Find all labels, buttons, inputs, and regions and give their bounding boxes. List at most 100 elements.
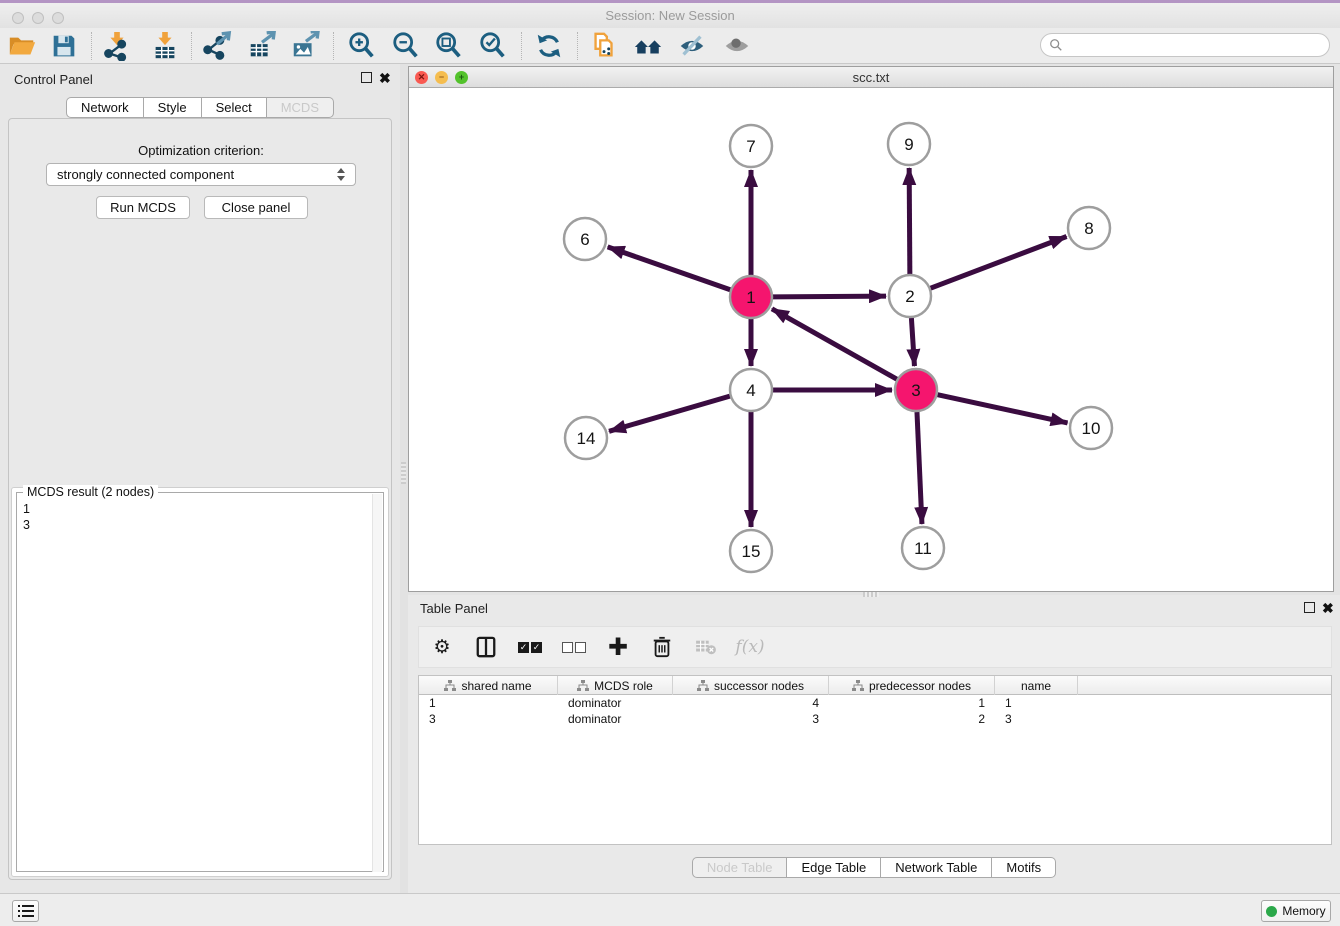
close-window-button[interactable] (12, 12, 24, 24)
tab-mcds[interactable]: MCDS (267, 97, 334, 118)
float-panel-icon[interactable] (361, 72, 372, 83)
tab-style[interactable]: Style (144, 97, 202, 118)
graph-node-8[interactable]: 8 (1068, 207, 1110, 249)
home-icon[interactable] (631, 29, 665, 63)
svg-text:2: 2 (905, 287, 914, 306)
tab-select[interactable]: Select (202, 97, 267, 118)
graph-node-7[interactable]: 7 (730, 125, 772, 167)
graph-edge-1-6[interactable] (608, 247, 731, 290)
mcds-result-panel: MCDS result (2 nodes) 13 (11, 487, 389, 877)
hide-selected-icon[interactable] (675, 29, 709, 63)
zoom-out-icon[interactable] (389, 29, 423, 63)
close-panel-button[interactable]: Close panel (204, 196, 308, 219)
refresh-icon[interactable] (532, 29, 566, 63)
graph-node-10[interactable]: 10 (1070, 407, 1112, 449)
optimization-criterion-label: Optimization criterion: (9, 143, 393, 158)
column-header-successor-nodes[interactable]: successor nodes (673, 676, 829, 695)
mcds-result-list[interactable]: 13 (23, 501, 30, 533)
main-toolbar (0, 28, 1340, 64)
mcds-tab-content: Optimization criterion: strongly connect… (8, 118, 392, 880)
graph-edge-3-11[interactable] (917, 412, 922, 524)
graph-edge-2-8[interactable] (931, 237, 1067, 289)
network-close-button[interactable]: ✕ (415, 71, 428, 84)
control-panel-tabs: Network Style Select MCDS (0, 97, 400, 118)
maximize-window-button[interactable] (52, 12, 64, 24)
network-maximize-button[interactable]: + (455, 71, 468, 84)
graph-edge-3-1[interactable] (772, 309, 897, 379)
graph-edge-4-14[interactable] (609, 396, 730, 431)
graph-node-2[interactable]: 2 (889, 275, 931, 317)
tab-network[interactable]: Network (66, 97, 144, 118)
table-panel: Table Panel ✖ ⚙ ✓✓ ✚ f(x) shared name MC… (408, 595, 1340, 893)
tab-node-table[interactable]: Node Table (692, 857, 788, 878)
svg-text:3: 3 (911, 381, 920, 400)
table-settings-gear-icon[interactable]: ⚙ (427, 632, 457, 662)
graph-edge-2-3[interactable] (911, 318, 914, 366)
memory-label: Memory (1282, 904, 1325, 918)
close-panel-icon[interactable]: ✖ (379, 72, 391, 84)
table-cell: dominator (558, 711, 673, 727)
graph-node-15[interactable]: 15 (730, 530, 772, 572)
import-table-icon[interactable] (148, 29, 182, 63)
graph-node-1[interactable]: 1 (730, 276, 772, 318)
control-panel-header: Control Panel ✖ (0, 64, 400, 94)
result-scrollbar[interactable] (372, 494, 382, 872)
tab-network-table[interactable]: Network Table (881, 857, 992, 878)
table-body: 1dominator4113dominator323 (419, 695, 1331, 727)
table-header-row: shared name MCDS role successor nodes pr… (419, 676, 1331, 695)
export-image-icon[interactable] (288, 29, 322, 63)
mcds-result-title: MCDS result (2 nodes) (23, 485, 158, 499)
minimize-window-button[interactable] (32, 12, 44, 24)
column-header-name[interactable]: name (995, 676, 1078, 695)
network-window-titlebar[interactable]: ✕ − + scc.txt (409, 67, 1333, 88)
graph-edge-1-2[interactable] (773, 296, 886, 297)
horizontal-splitter-grip[interactable] (863, 592, 879, 597)
tab-motifs[interactable]: Motifs (992, 857, 1056, 878)
graph-node-4[interactable]: 4 (730, 369, 772, 411)
import-network-icon[interactable] (100, 29, 134, 63)
task-history-button[interactable] (12, 900, 39, 922)
table-row[interactable]: 1dominator411 (419, 695, 1331, 711)
search-input[interactable] (1063, 38, 1329, 52)
column-view-icon[interactable] (471, 632, 501, 662)
toolbar-divider (521, 32, 522, 60)
duplicate-network-icon[interactable] (587, 29, 621, 63)
graph-edge-2-9[interactable] (909, 168, 910, 274)
open-session-icon[interactable] (5, 29, 39, 63)
delete-column-icon[interactable] (647, 632, 677, 662)
show-all-icon[interactable] (720, 29, 754, 63)
graph-node-14[interactable]: 14 (565, 417, 607, 459)
table-row[interactable]: 3dominator323 (419, 711, 1331, 727)
graph-node-6[interactable]: 6 (564, 218, 606, 260)
graph-edge-3-10[interactable] (937, 395, 1067, 423)
column-header-mcds-role[interactable]: MCDS role (558, 676, 673, 695)
svg-text:7: 7 (746, 137, 755, 156)
float-table-panel-icon[interactable] (1304, 602, 1315, 613)
export-network-icon[interactable] (201, 29, 235, 63)
graph-node-9[interactable]: 9 (888, 123, 930, 165)
table-cell: 1 (829, 695, 995, 711)
graph-node-3[interactable]: 3 (895, 369, 937, 411)
tab-edge-table[interactable]: Edge Table (787, 857, 881, 878)
close-table-panel-icon[interactable]: ✖ (1322, 602, 1334, 614)
column-header-shared-name[interactable]: shared name (419, 676, 558, 695)
zoom-in-icon[interactable] (345, 29, 379, 63)
zoom-fit-icon[interactable] (432, 29, 466, 63)
network-canvas[interactable]: 1 2 3 4 6 7 8 9 10 11 14 15 (409, 88, 1333, 591)
criterion-dropdown[interactable]: strongly connected component (46, 163, 356, 186)
search-field[interactable] (1040, 33, 1330, 57)
zoom-selected-icon[interactable] (476, 29, 510, 63)
control-panel-title: Control Panel (14, 72, 93, 87)
add-column-icon[interactable]: ✚ (603, 632, 633, 662)
splitter-grip[interactable] (401, 462, 406, 484)
export-table-icon[interactable] (245, 29, 279, 63)
column-header-predecessor-nodes[interactable]: predecessor nodes (829, 676, 995, 695)
memory-button[interactable]: Memory (1261, 900, 1331, 922)
graph-node-11[interactable]: 11 (902, 527, 944, 569)
vertical-splitter[interactable] (400, 64, 408, 893)
save-session-icon[interactable] (47, 29, 81, 63)
run-mcds-button[interactable]: Run MCDS (96, 196, 190, 219)
select-all-columns-icon[interactable]: ✓✓ (515, 632, 545, 662)
deselect-all-columns-icon[interactable] (559, 632, 589, 662)
network-minimize-button[interactable]: − (435, 71, 448, 84)
